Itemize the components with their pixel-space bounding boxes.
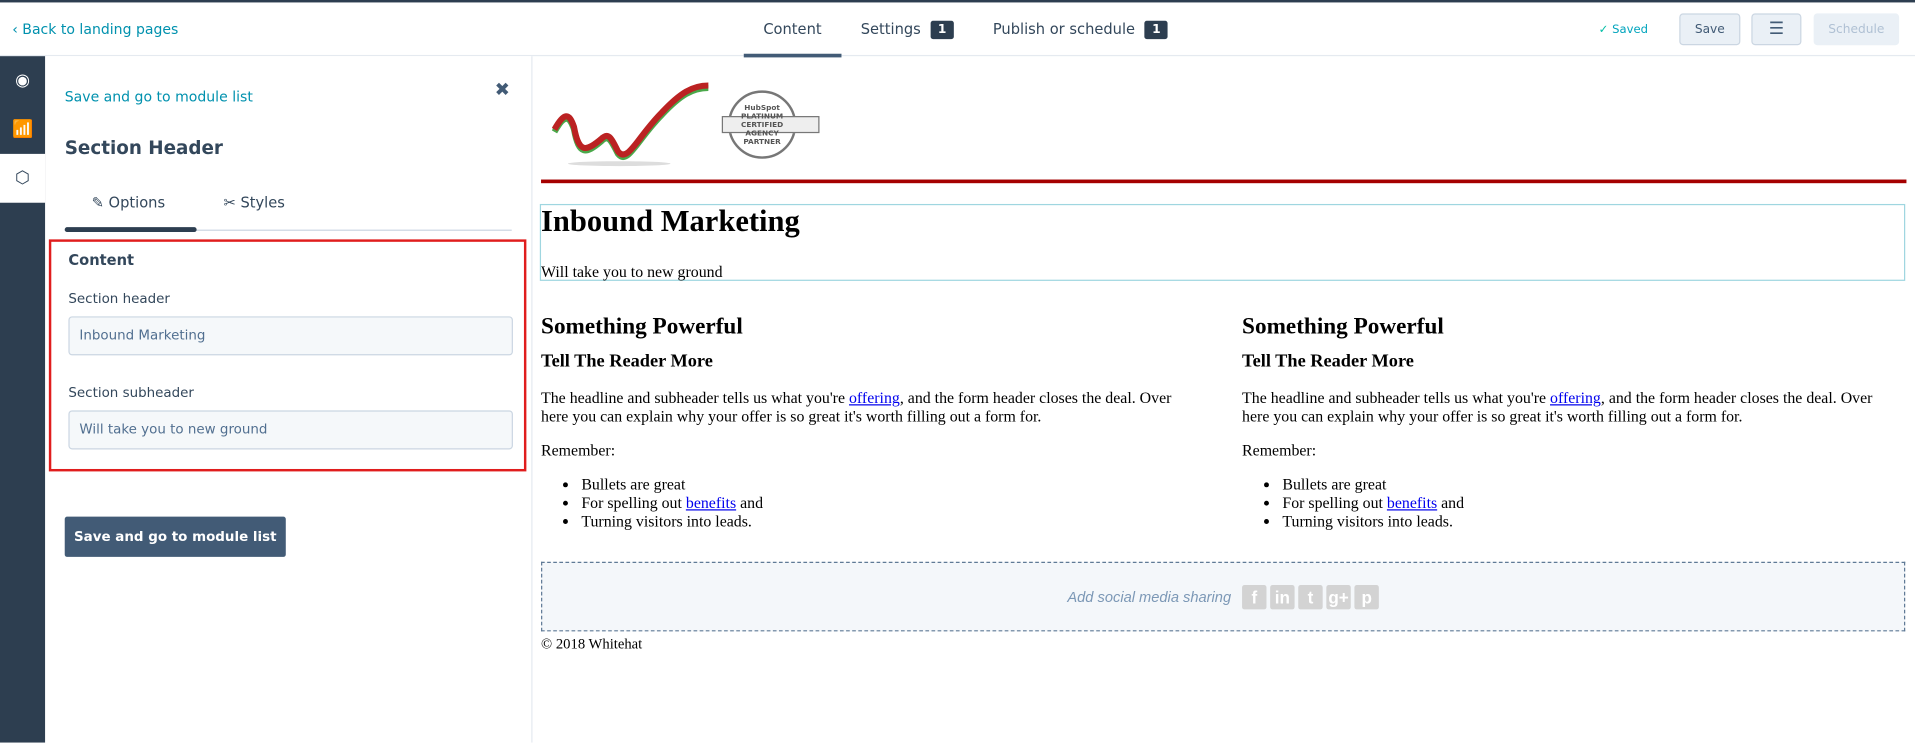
- menu-button[interactable]: ☰: [1751, 13, 1802, 46]
- section-subheader-label: Section subheader: [68, 384, 194, 401]
- benefits-link[interactable]: benefits: [1387, 493, 1437, 511]
- publish-badge: 1: [1144, 20, 1169, 39]
- panel-title: Section Header: [64, 136, 223, 159]
- back-to-landing-pages-link[interactable]: ‹ Back to landing pages: [12, 21, 178, 38]
- facebook-icon: f: [1242, 584, 1267, 609]
- section-header-input[interactable]: Inbound Marketing: [68, 316, 513, 356]
- social-sharing-module[interactable]: Add social media sharing f in t g+ p: [541, 561, 1906, 632]
- remember-text: Remember:: [541, 440, 616, 460]
- bullet-list: Bullets are great For spelling out benef…: [541, 475, 1201, 530]
- tab-content[interactable]: Content: [743, 2, 841, 58]
- column-heading: Something Powerful: [1242, 313, 1444, 340]
- header-divider: [541, 179, 1907, 184]
- chevron-left-icon: ‹: [12, 20, 23, 38]
- active-tab-indicator: [64, 227, 197, 233]
- list-item: Turning visitors into leads.: [581, 512, 1200, 530]
- column-paragraph: The headline and subheader tells us what…: [1242, 388, 1873, 426]
- company-logo: [552, 82, 709, 167]
- module-editor-panel: Save and go to module list ✖ Section Hea…: [45, 56, 533, 743]
- analytics-icon[interactable]: 📶: [0, 105, 45, 154]
- list-item: Bullets are great: [581, 475, 1200, 493]
- offering-link[interactable]: offering: [849, 388, 900, 406]
- content-column-left: Something Powerful Tell The Reader More …: [541, 313, 1201, 530]
- panel-tabs: ✎ Options ✂ Styles: [64, 178, 512, 233]
- pinterest-icon: p: [1354, 584, 1379, 609]
- section-header-text: Inbound Marketing: [541, 205, 800, 239]
- tab-options[interactable]: ✎ Options: [92, 194, 166, 211]
- tab-styles[interactable]: ✂ Styles: [223, 194, 284, 211]
- module-cube-icon[interactable]: ⬡: [0, 153, 46, 203]
- list-item: For spelling out benefits and: [581, 493, 1200, 511]
- sidebar-rail: ◉ 📶 ⬡: [0, 56, 46, 743]
- schedule-button[interactable]: Schedule: [1813, 13, 1900, 46]
- twitter-icon: t: [1298, 584, 1323, 609]
- list-item: For spelling out benefits and: [1282, 493, 1901, 511]
- remember-text: Remember:: [1242, 440, 1317, 460]
- section-header-module[interactable]: Inbound Marketing Will take you to new g…: [539, 203, 1906, 281]
- linkedin-icon: in: [1270, 584, 1295, 609]
- offering-link[interactable]: offering: [1550, 388, 1601, 406]
- hamburger-icon: ☰: [1768, 19, 1785, 40]
- tab-publish-or-schedule[interactable]: Publish or schedule 1: [973, 2, 1187, 56]
- settings-badge: 1: [930, 20, 954, 39]
- badge-text: HubSpot PLATINUM CERTIFIED AGENCY PARTNE…: [740, 103, 784, 146]
- save-button[interactable]: Save: [1679, 13, 1741, 46]
- column-paragraph: The headline and subheader tells us what…: [541, 388, 1172, 426]
- saved-status: ✓ Saved: [1598, 23, 1648, 37]
- top-bar: ‹ Back to landing pages Content Settings…: [0, 0, 1915, 58]
- save-and-go-to-module-list-link[interactable]: Save and go to module list: [65, 88, 253, 105]
- save-and-go-to-module-list-button[interactable]: Save and go to module list: [64, 516, 286, 557]
- column-heading: Something Powerful: [541, 313, 743, 340]
- social-sharing-label: Add social media sharing: [1067, 588, 1232, 606]
- hubspot-platinum-badge: HubSpot PLATINUM CERTIFIED AGENCY PARTNE…: [721, 90, 820, 159]
- content-column-right: Something Powerful Tell The Reader More …: [1242, 313, 1902, 530]
- close-icon[interactable]: ✖: [495, 78, 510, 100]
- benefits-link[interactable]: benefits: [686, 493, 736, 511]
- column-subheading: Tell The Reader More: [541, 351, 713, 372]
- brush-icon: ✂: [223, 194, 241, 212]
- content-group-label: Content: [68, 251, 135, 269]
- section-subheader-input[interactable]: Will take you to new ground: [68, 410, 513, 450]
- content-group-highlight: Content Section header Inbound Marketing…: [48, 239, 527, 472]
- list-item: Bullets are great: [1282, 475, 1901, 493]
- list-item: Turning visitors into leads.: [1282, 512, 1901, 530]
- google-plus-icon: g+: [1326, 584, 1351, 609]
- footer-copyright: © 2018 Whitehat: [541, 635, 643, 653]
- page-preview: HubSpot PLATINUM CERTIFIED AGENCY PARTNE…: [532, 56, 1915, 742]
- bullet-list: Bullets are great For spelling out benef…: [1242, 475, 1902, 530]
- column-subheading: Tell The Reader More: [1242, 351, 1414, 372]
- tab-settings[interactable]: Settings 1: [841, 2, 973, 56]
- check-icon: ✓: [1598, 23, 1613, 37]
- eye-icon[interactable]: ◉: [0, 56, 45, 105]
- section-header-label: Section header: [68, 290, 170, 307]
- section-subheader-text: Will take you to new ground: [541, 262, 723, 281]
- pencil-icon: ✎: [91, 194, 109, 212]
